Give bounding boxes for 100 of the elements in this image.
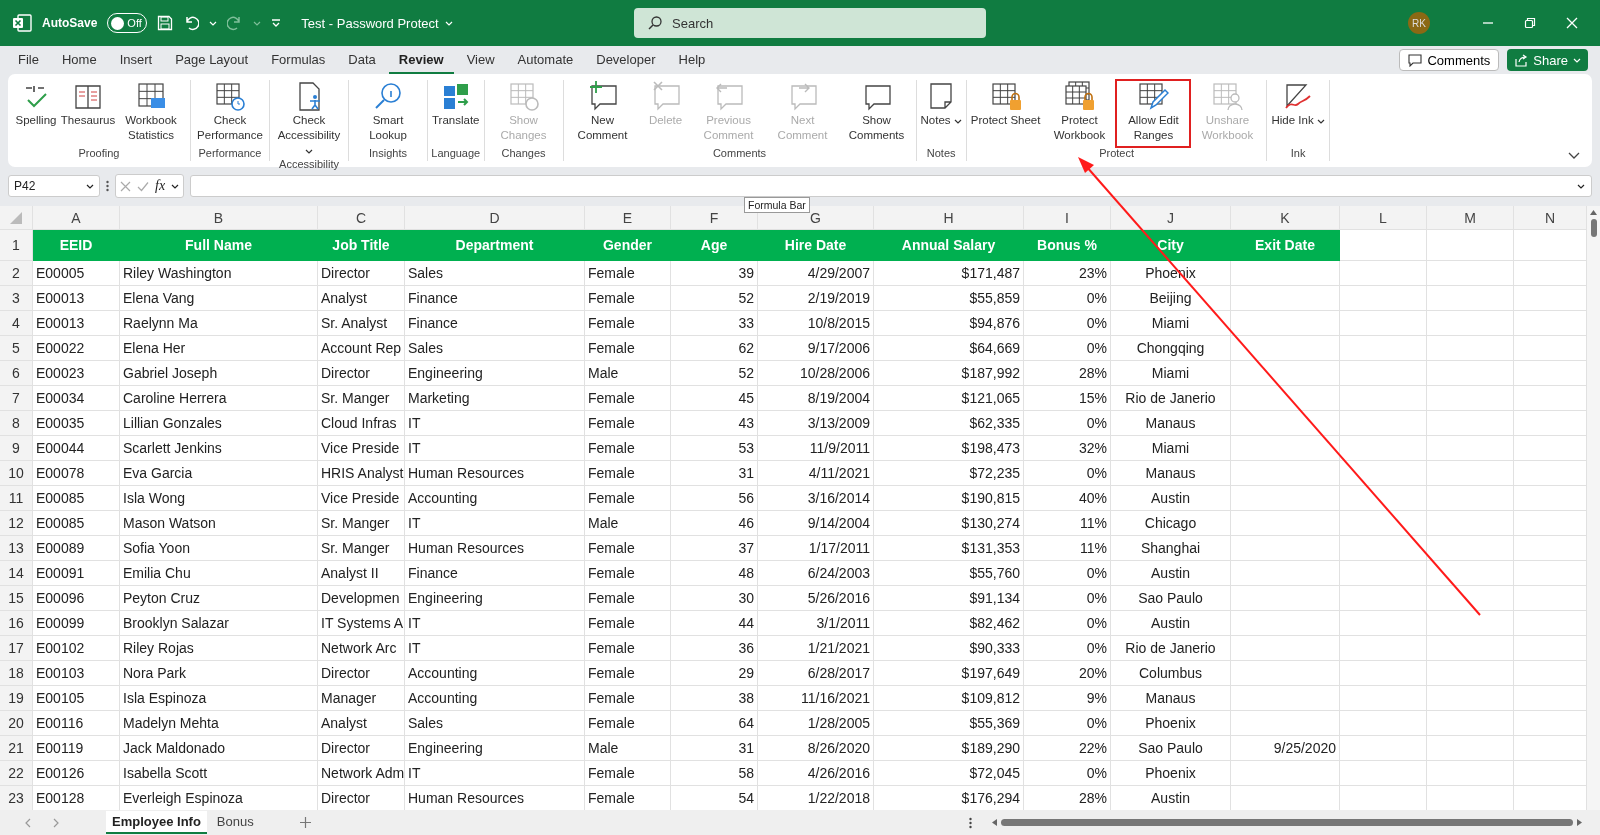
- menu-tab[interactable]: Help: [668, 52, 716, 74]
- column-header[interactable]: E: [585, 206, 671, 230]
- collapse-icon[interactable]: [1568, 152, 1580, 159]
- row-header[interactable]: 19: [0, 686, 33, 711]
- row-header[interactable]: 10: [0, 461, 33, 486]
- column-header[interactable]: A: [33, 206, 120, 230]
- vertical-scrollbar[interactable]: [1587, 206, 1600, 810]
- column-header[interactable]: J: [1111, 206, 1231, 230]
- row-header[interactable]: 11: [0, 486, 33, 511]
- row-header[interactable]: 18: [0, 661, 33, 686]
- row-header[interactable]: 1: [0, 230, 33, 261]
- comments-button[interactable]: Comments: [1399, 49, 1500, 71]
- ribbon-button[interactable]: Show Comments: [839, 80, 914, 147]
- column-header[interactable]: C: [318, 206, 405, 230]
- row-header[interactable]: 6: [0, 361, 33, 386]
- ribbon-button[interactable]: Translate: [430, 80, 482, 147]
- column-header[interactable]: N: [1514, 206, 1587, 230]
- row-header[interactable]: 13: [0, 536, 33, 561]
- add-sheet-icon[interactable]: [299, 817, 311, 828]
- row-header[interactable]: 16: [0, 611, 33, 636]
- row-header[interactable]: 22: [0, 761, 33, 786]
- row-header[interactable]: 15: [0, 586, 33, 611]
- table-cell: E00013: [33, 311, 120, 336]
- ribbon-button[interactable]: Protect Workbook: [1042, 80, 1117, 147]
- table-cell: Finance: [405, 286, 585, 311]
- search-field[interactable]: Search: [634, 8, 986, 38]
- menu-tab[interactable]: Automate: [507, 52, 584, 74]
- menu-tab[interactable]: Developer: [586, 52, 666, 74]
- cancel-icon[interactable]: [120, 180, 131, 192]
- undo-icon[interactable]: [183, 15, 200, 31]
- table-cell: 37: [671, 536, 758, 561]
- table-cell: Manaus: [1111, 686, 1231, 711]
- more-icon[interactable]: [969, 816, 972, 829]
- row-header[interactable]: 23: [0, 786, 33, 810]
- row-header[interactable]: 5: [0, 336, 33, 361]
- row-header[interactable]: 20: [0, 711, 33, 736]
- ribbon-button[interactable]: Check Performance: [193, 80, 267, 147]
- ribbon-button[interactable]: Allow Edit Ranges: [1116, 80, 1191, 147]
- group-label: Proofing: [78, 147, 120, 161]
- window-title[interactable]: Test - Password Protect: [301, 15, 439, 31]
- sheet-tab[interactable]: Employee Info: [106, 811, 207, 834]
- table-cell: Female: [585, 336, 671, 361]
- scroll-thumb[interactable]: [1001, 819, 1573, 826]
- column-header[interactable]: K: [1231, 206, 1340, 230]
- ribbon-button[interactable]: Thesaurus: [62, 80, 114, 147]
- ribbon-button[interactable]: Protect Sheet: [968, 80, 1043, 147]
- check-icon[interactable]: [137, 180, 149, 192]
- restore-icon[interactable]: [1524, 17, 1536, 29]
- menu-tab[interactable]: Home: [51, 52, 107, 74]
- menu-tab[interactable]: Page Layout: [165, 52, 259, 74]
- close-icon[interactable]: [1566, 17, 1578, 29]
- caret-icon: [171, 183, 180, 189]
- menu-tab[interactable]: View: [456, 52, 505, 74]
- row-header[interactable]: 2: [0, 261, 33, 286]
- ribbon-button[interactable]: Workbook Statistics: [114, 80, 188, 147]
- scroll-right-icon[interactable]: [1577, 819, 1582, 826]
- more-icon[interactable]: [106, 180, 109, 192]
- row-header[interactable]: 9: [0, 436, 33, 461]
- next-sheet-icon[interactable]: [52, 817, 60, 828]
- row-header[interactable]: 12: [0, 511, 33, 536]
- save-icon[interactable]: [157, 15, 174, 31]
- ribbon-button[interactable]: Notes: [918, 80, 964, 147]
- scroll-up-icon[interactable]: [1590, 210, 1597, 215]
- name-box[interactable]: P42: [8, 175, 100, 197]
- row-header[interactable]: 14: [0, 561, 33, 586]
- table-cell: 0%: [1024, 636, 1111, 661]
- ribbon-button[interactable]: New Comment: [565, 80, 640, 147]
- row-header[interactable]: 3: [0, 286, 33, 311]
- caret-icon: [1573, 57, 1581, 63]
- column-header[interactable]: M: [1427, 206, 1514, 230]
- scroll-left-icon[interactable]: [992, 819, 997, 826]
- header-cell: Department: [405, 230, 585, 261]
- menu-tab[interactable]: Insert: [109, 52, 163, 74]
- column-header[interactable]: B: [120, 206, 318, 230]
- sheet-tab[interactable]: Bonus: [210, 811, 260, 834]
- user-avatar[interactable]: RK: [1408, 12, 1430, 34]
- column-header[interactable]: D: [405, 206, 585, 230]
- menu-tab[interactable]: File: [8, 52, 49, 74]
- customize-icon[interactable]: [271, 18, 282, 28]
- column-header[interactable]: H: [874, 206, 1024, 230]
- row-header[interactable]: 8: [0, 411, 33, 436]
- share-button[interactable]: Share: [1507, 49, 1588, 71]
- scroll-thumb[interactable]: [1590, 219, 1597, 237]
- ribbon-button[interactable]: Check Accessibility: [272, 80, 346, 158]
- row-header[interactable]: 21: [0, 736, 33, 761]
- column-header[interactable]: L: [1340, 206, 1427, 230]
- column-header[interactable]: I: [1024, 206, 1111, 230]
- ribbon-button[interactable]: Spelling: [10, 80, 62, 147]
- menu-tab[interactable]: Formulas: [261, 52, 336, 74]
- row-header[interactable]: 7: [0, 386, 33, 411]
- group-label: Accessibility: [279, 158, 339, 170]
- menu-tab[interactable]: Data: [338, 52, 386, 74]
- insert-function-button[interactable]: fx: [155, 178, 166, 194]
- table-cell: Manaus: [1111, 461, 1231, 486]
- ribbon-button[interactable]: Hide Ink: [1269, 80, 1327, 147]
- row-header[interactable]: 17: [0, 636, 33, 661]
- row-header[interactable]: 4: [0, 311, 33, 336]
- formula-input[interactable]: [190, 175, 1592, 197]
- ribbon-button[interactable]: Smart Lookup: [351, 80, 425, 147]
- previous-sheet-icon[interactable]: [24, 817, 32, 828]
